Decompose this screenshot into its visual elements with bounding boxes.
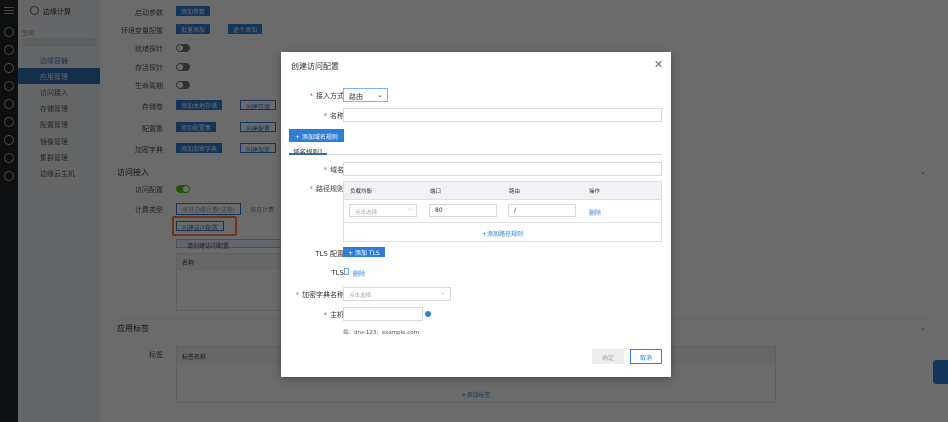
add-path-rule-link[interactable]: +添加路径规则 — [344, 229, 661, 238]
liveness-toggle[interactable] — [176, 63, 190, 71]
add-tag-link[interactable]: +添加标签 — [177, 390, 775, 399]
add-domain-rule-button[interactable]: + 添加域名规则 — [289, 129, 344, 142]
add-local-storage-button[interactable]: 添加本地存储 — [176, 100, 223, 110]
close-icon[interactable]: ✕ — [654, 58, 663, 71]
col-lb: 负载均衡 — [350, 189, 373, 195]
logo-icon — [30, 6, 39, 15]
tags-section-title: 应用标签 — [117, 324, 149, 333]
sidebar-item-cluster[interactable]: 集群管理 — [40, 153, 68, 163]
tls-config-label: TLS 配置 — [315, 250, 344, 258]
row-label: 就绪探针 — [135, 45, 163, 53]
route-input[interactable]: / — [508, 204, 576, 217]
lifecycle-toggle[interactable] — [176, 81, 190, 89]
create-configmap-button[interactable]: 创建配置 — [240, 122, 277, 133]
path-rules-table: 负载均衡 端口 路由 操作 点击选择 ⌄ 80 / 删除 +添加路径规则 — [343, 181, 662, 242]
host-input[interactable] — [343, 307, 423, 321]
add-param-button[interactable]: 添加参数 — [176, 6, 211, 16]
access-mode-label: * 接入方式 — [309, 92, 345, 100]
row-label: 存活探针 — [135, 64, 163, 72]
secret-name-label: * 加密字典名称 — [295, 291, 345, 299]
nav-icon[interactable] — [4, 153, 14, 163]
access-section-title: 访问接入 — [117, 168, 149, 177]
nav-icon[interactable] — [4, 99, 14, 109]
cancel-button[interactable]: 取消 — [630, 349, 662, 364]
create-storage-button[interactable]: 创建存储 — [240, 100, 277, 111]
nav-icon[interactable] — [4, 171, 14, 181]
lb-select[interactable]: 点击选择 ⌄ — [349, 204, 417, 217]
access-mode-select[interactable]: 路由 ⌄ — [343, 88, 388, 102]
domain-label: * 域名 — [323, 166, 345, 174]
add-tls-button[interactable]: + 添加 TLS — [343, 247, 385, 257]
tags-label: 标签 — [149, 351, 163, 359]
tls-delete-link[interactable]: 删除 — [353, 269, 365, 278]
secret-select[interactable]: 点击选择 ⌄ — [343, 287, 451, 301]
col-action: 操作 — [589, 189, 601, 195]
port-input[interactable]: 80 — [429, 204, 497, 217]
confirm-button[interactable]: 确定 — [592, 349, 624, 364]
host-hint: 如：dns-123、example.com — [343, 330, 419, 336]
table-header: 负载均衡 端口 路由 操作 — [344, 182, 661, 199]
chevron-down-icon: ⌄ — [377, 91, 383, 99]
row-label: 存储卷 — [142, 103, 163, 111]
add-configmap-button[interactable]: 添加配置集 — [176, 122, 217, 132]
sidebar: 边缘计算 空间 边缘容器 应用管理 访问接入 存储管理 配置管理 镜像管理 集群… — [18, 0, 100, 422]
tab-divider — [289, 154, 662, 155]
row-label: 启动参数 — [135, 9, 163, 17]
sidebar-item-config[interactable]: 配置管理 — [40, 120, 68, 130]
billing-option[interactable]: 按日计费 — [250, 205, 274, 214]
create-access-config-button[interactable]: 创建访问配置 — [176, 221, 225, 232]
single-add-button[interactable]: 逐个添加 — [228, 24, 263, 34]
row-label: 生命周期 — [135, 82, 163, 90]
name-input[interactable] — [343, 108, 662, 122]
billing-option[interactable]: 按月边缘计费(试用) — [176, 203, 241, 215]
host-label: * 主机 — [323, 311, 345, 319]
brand: 边缘计算 — [43, 8, 71, 16]
add-host-icon[interactable] — [425, 311, 431, 317]
nav-icon[interactable] — [4, 45, 14, 55]
menu-icon[interactable] — [4, 7, 14, 8]
tab-underline — [289, 153, 327, 155]
col-port: 端口 — [430, 189, 442, 195]
access-config-label: 访问配置 — [135, 186, 163, 194]
row-label: 加密字典 — [135, 146, 163, 154]
name-label: * 名称 — [323, 112, 345, 120]
domain-input[interactable] — [343, 162, 662, 176]
nav-icon[interactable] — [4, 135, 14, 145]
billing-label: 计费类型 — [135, 206, 163, 214]
chevron-down-icon[interactable]: ⌄ — [920, 324, 926, 332]
space-label: 空间 — [22, 30, 35, 37]
nav-icon[interactable] — [4, 81, 14, 91]
sidebar-item-storage[interactable]: 存储管理 — [40, 104, 68, 114]
nav-icon[interactable] — [4, 63, 14, 73]
icon-rail — [0, 0, 18, 422]
add-secret-button[interactable]: 添加加密字典 — [176, 143, 223, 153]
access-config-toggle[interactable] — [176, 185, 190, 193]
dialog-title: 创建访问配置 — [291, 62, 339, 71]
create-secret-button[interactable]: 创建加密 — [240, 143, 277, 154]
sidebar-group-vm[interactable]: 边缘云主机 — [40, 169, 75, 179]
sidebar-item-app[interactable]: 应用管理 — [18, 68, 100, 84]
sidebar-item-access[interactable]: 访问接入 — [40, 88, 68, 98]
delete-row-link[interactable]: 删除 — [589, 208, 601, 217]
readiness-toggle[interactable] — [176, 44, 190, 52]
batch-add-button[interactable]: 批量添加 — [176, 24, 211, 34]
create-access-config-dialog: 创建访问配置 ✕ * 接入方式 路由 ⌄ * 名称 + 添加域名规则 域名规则1 * 域… — [281, 52, 671, 377]
nav-icon[interactable] — [4, 27, 14, 37]
sidebar-group-edge-container[interactable]: 边缘容器 — [40, 56, 68, 66]
space-select[interactable] — [22, 38, 96, 47]
trash-icon[interactable] — [344, 268, 349, 275]
chevron-down-icon[interactable]: ⌄ — [920, 168, 926, 176]
row-label: 环境变量配置 — [121, 27, 163, 35]
nav-icon[interactable] — [4, 117, 14, 127]
tls-label: TLS — [331, 269, 344, 277]
chat-float-button[interactable] — [933, 360, 948, 384]
col-route: 路由 — [509, 189, 521, 195]
sidebar-item-image[interactable]: 镜像管理 — [40, 137, 68, 147]
path-rules-label: * 路径规则 — [309, 185, 345, 193]
row-label: 配置集 — [142, 125, 163, 133]
